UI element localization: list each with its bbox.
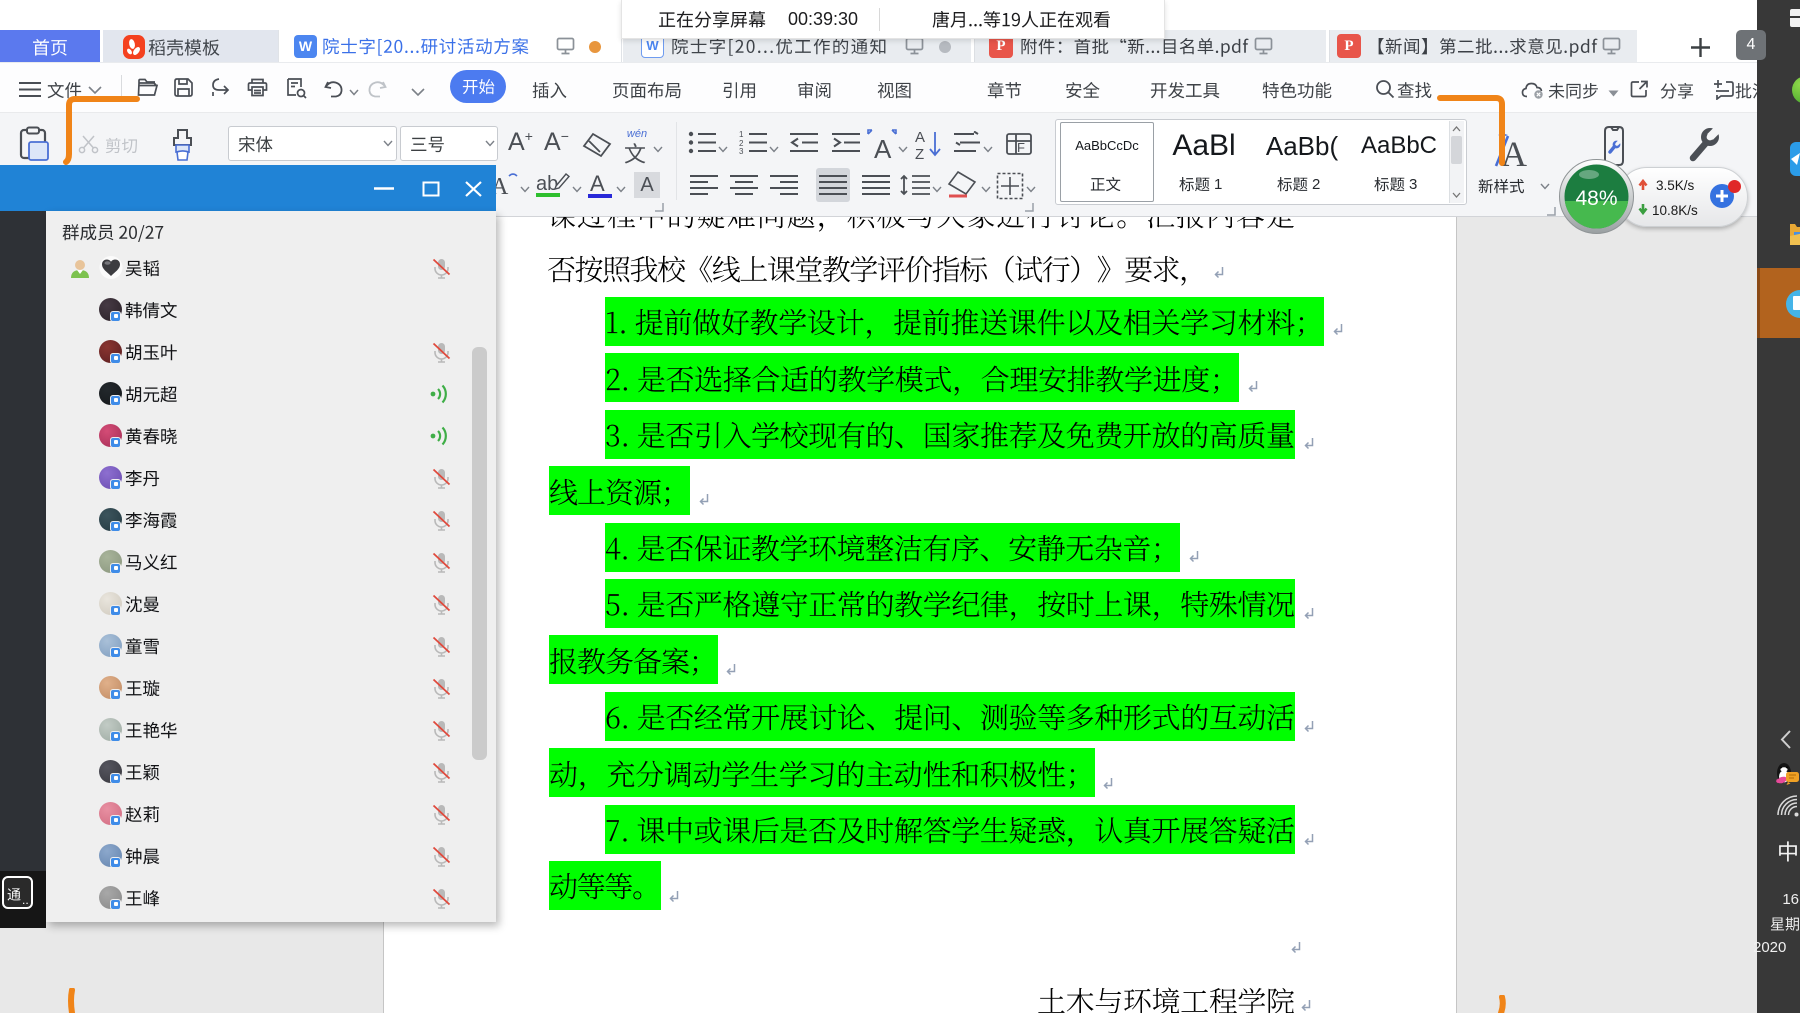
svg-text:F: F — [1017, 140, 1025, 155]
svg-text:Z: Z — [915, 146, 924, 160]
svg-text:A: A — [874, 134, 892, 160]
svg-text:1: 1 — [739, 131, 744, 139]
svg-text:3: 3 — [739, 147, 744, 155]
svg-text:ab: ab — [536, 173, 558, 195]
svg-text:A: A — [915, 129, 925, 146]
svg-text:48%: 48% — [1575, 187, 1617, 210]
svg-text:A: A — [590, 171, 605, 196]
